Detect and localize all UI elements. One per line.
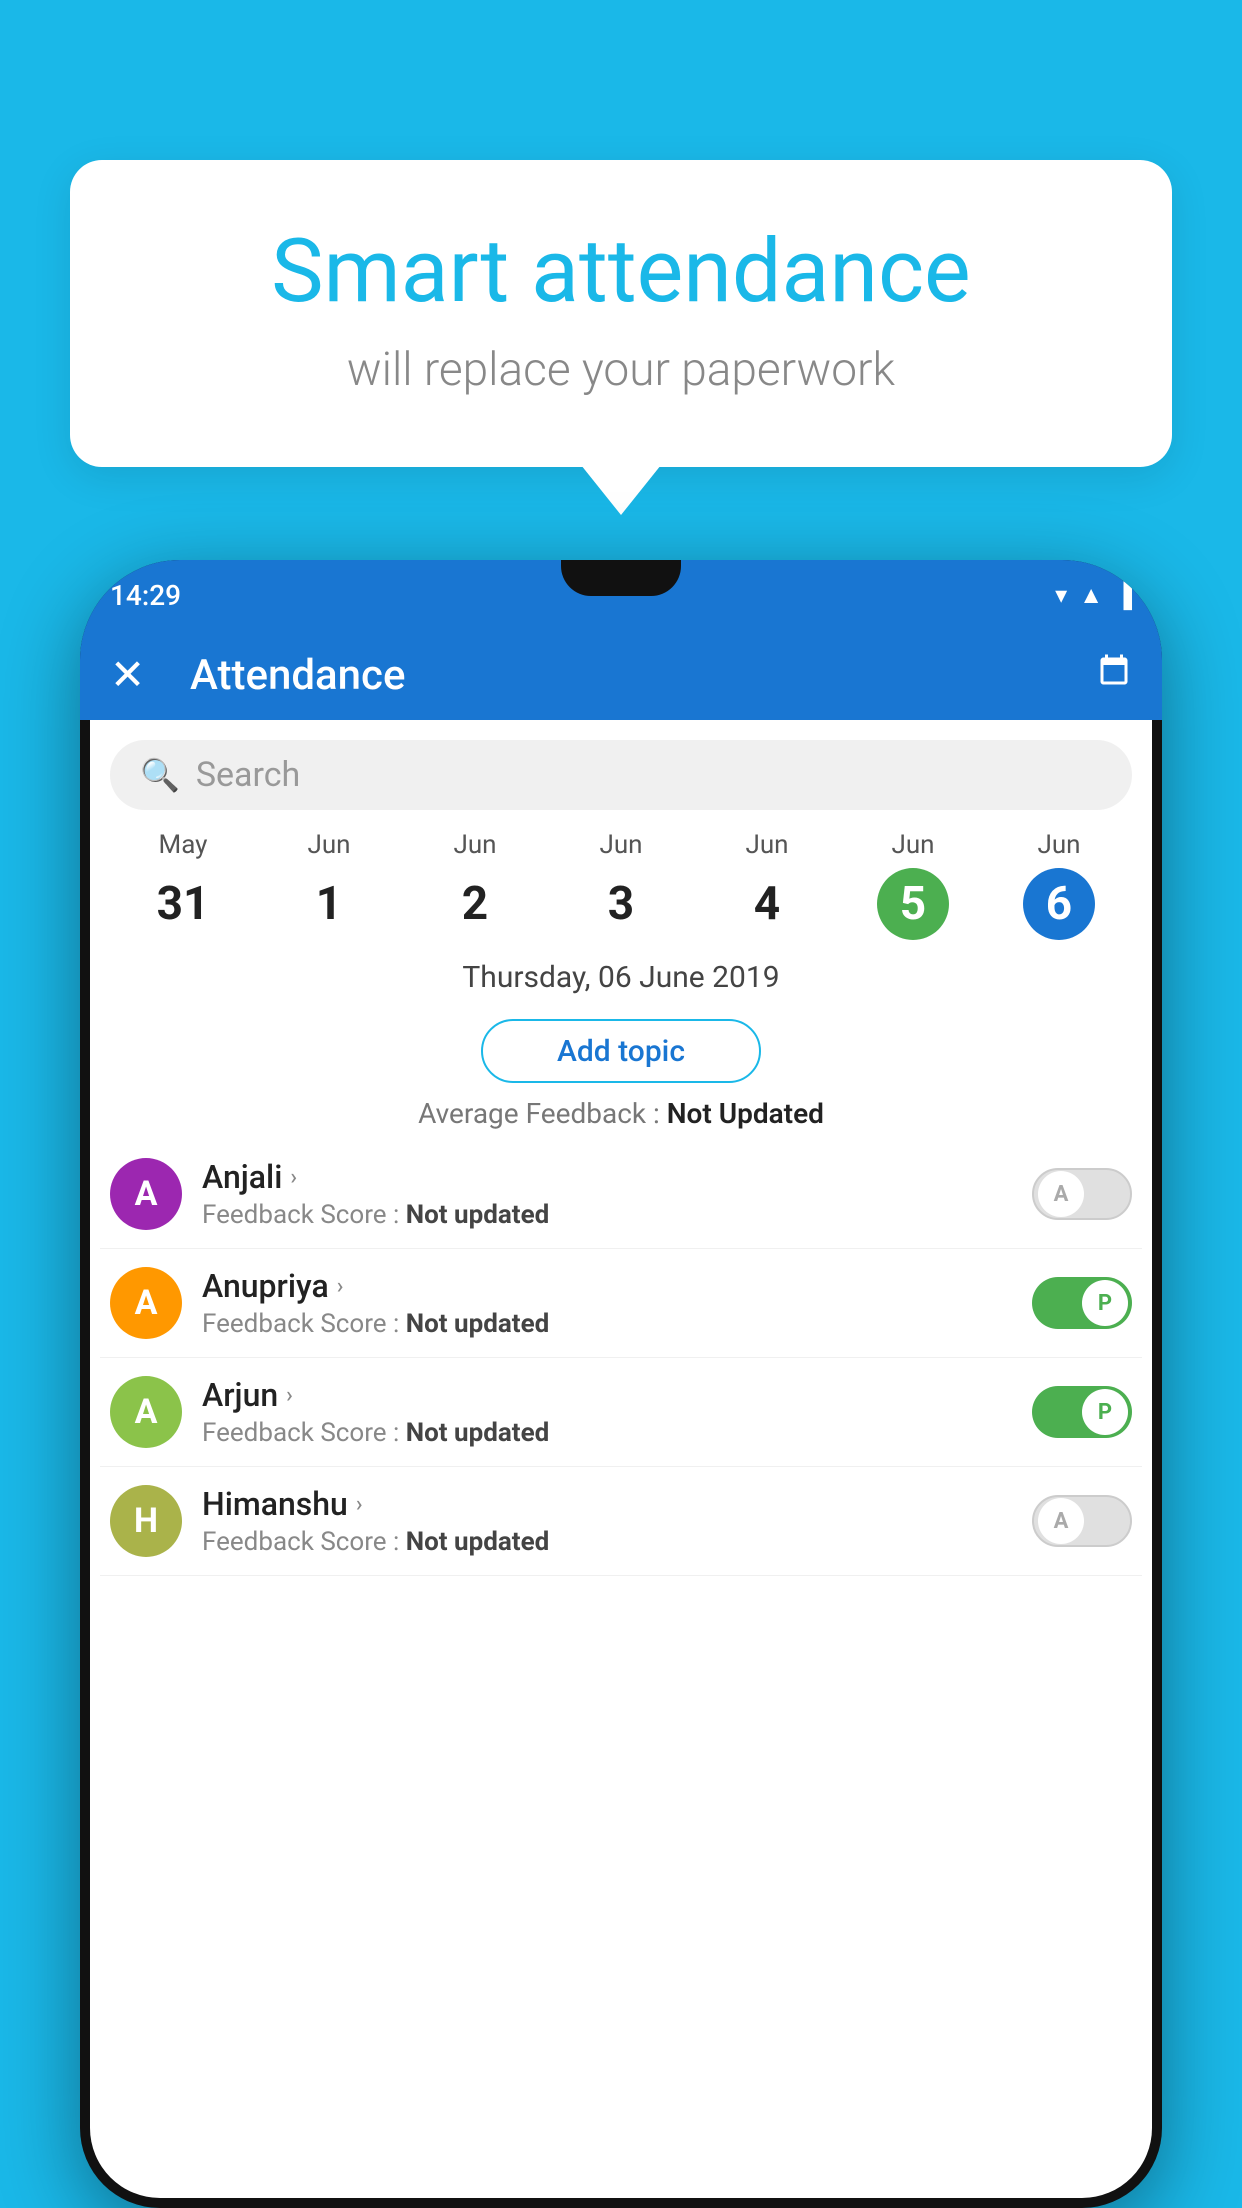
attendance-toggle[interactable]: P	[1032, 1386, 1132, 1438]
close-button[interactable]: ✕	[110, 650, 170, 700]
student-info: Arjun › Feedback Score : Not updated	[202, 1376, 1012, 1448]
student-name: Anjali ›	[202, 1158, 1012, 1196]
add-topic-button[interactable]: Add topic	[481, 1019, 761, 1083]
calendar-button[interactable]	[1096, 653, 1132, 698]
avg-feedback-value: Not Updated	[667, 1097, 824, 1130]
status-icons: ▾ ▲ ▐	[1055, 581, 1132, 610]
date-month: May	[159, 830, 208, 860]
date-day[interactable]: 3	[585, 868, 657, 940]
attendance-toggle[interactable]: A	[1032, 1168, 1132, 1220]
attendance-toggle[interactable]: A	[1032, 1495, 1132, 1547]
date-day[interactable]: 6	[1023, 868, 1095, 940]
date-col[interactable]: Jun 2	[402, 830, 548, 940]
status-time: 14:29	[110, 579, 181, 612]
chevron-right-icon: ›	[290, 1165, 297, 1190]
date-day[interactable]: 1	[293, 868, 365, 940]
chevron-right-icon: ›	[356, 1492, 363, 1517]
avatar: A	[110, 1158, 182, 1230]
selected-date: Thursday, 06 June 2019	[90, 950, 1152, 1005]
speech-bubble-title: Smart attendance	[150, 220, 1092, 323]
date-month: Jun	[745, 830, 788, 860]
header-title: Attendance	[170, 651, 1096, 700]
date-col[interactable]: Jun 5	[840, 830, 986, 940]
student-name: Anupriya ›	[202, 1267, 1012, 1305]
student-info: Anupriya › Feedback Score : Not updated	[202, 1267, 1012, 1339]
student-name: Arjun ›	[202, 1376, 1012, 1414]
avatar: A	[110, 1376, 182, 1448]
avatar: A	[110, 1267, 182, 1339]
date-col[interactable]: Jun 3	[548, 830, 694, 940]
app-header: ✕ Attendance	[80, 630, 1162, 720]
student-item[interactable]: A Anupriya › Feedback Score : Not updated P	[100, 1249, 1142, 1358]
speech-bubble-subtitle: will replace your paperwork	[150, 343, 1092, 397]
student-info: Himanshu › Feedback Score : Not updated	[202, 1485, 1012, 1557]
phone-frame: 14:29 ▾ ▲ ▐ ✕ Attendance 🔍 Search May31J…	[80, 560, 1162, 2208]
date-month: Jun	[599, 830, 642, 860]
add-topic-label: Add topic	[557, 1034, 685, 1069]
date-month: Jun	[453, 830, 496, 860]
date-strip: May 31 Jun 1 Jun 2 Jun 3 Jun 4 Jun 5 Jun 6	[90, 810, 1152, 950]
student-feedback: Feedback Score : Not updated	[202, 1200, 1012, 1230]
toggle-knob: A	[1038, 1498, 1084, 1544]
speech-bubble: Smart attendance will replace your paper…	[70, 160, 1172, 467]
avg-feedback: Average Feedback : Not Updated	[90, 1097, 1152, 1130]
chevron-right-icon: ›	[286, 1383, 293, 1408]
toggle-knob: P	[1082, 1389, 1128, 1435]
search-bar[interactable]: 🔍 Search	[110, 740, 1132, 810]
date-day[interactable]: 5	[877, 868, 949, 940]
date-month: Jun	[891, 830, 934, 860]
student-feedback: Feedback Score : Not updated	[202, 1309, 1012, 1339]
search-input[interactable]: Search	[196, 755, 300, 795]
student-feedback: Feedback Score : Not updated	[202, 1527, 1012, 1557]
date-day[interactable]: 31	[147, 868, 219, 940]
signal-icon: ▲	[1079, 581, 1103, 610]
toggle-knob: P	[1082, 1280, 1128, 1326]
phone-screen: 🔍 Search May 31 Jun 1 Jun 2 Jun 3 Jun 4 Jun 5 Jun 6 T…	[90, 720, 1152, 2198]
date-day[interactable]: 4	[731, 868, 803, 940]
search-icon: 🔍	[140, 756, 180, 794]
date-day[interactable]: 2	[439, 868, 511, 940]
battery-icon: ▐	[1115, 581, 1132, 610]
date-col[interactable]: Jun 1	[256, 830, 402, 940]
student-name: Himanshu ›	[202, 1485, 1012, 1523]
student-item[interactable]: A Anjali › Feedback Score : Not updated A	[100, 1140, 1142, 1249]
student-item[interactable]: A Arjun › Feedback Score : Not updated P	[100, 1358, 1142, 1467]
wifi-icon: ▾	[1055, 581, 1067, 609]
avatar: H	[110, 1485, 182, 1557]
avg-feedback-label: Average Feedback :	[418, 1097, 667, 1130]
student-feedback: Feedback Score : Not updated	[202, 1418, 1012, 1448]
date-col[interactable]: May 31	[110, 830, 256, 940]
date-month: Jun	[307, 830, 350, 860]
chevron-right-icon: ›	[337, 1274, 344, 1299]
attendance-toggle[interactable]: P	[1032, 1277, 1132, 1329]
date-col[interactable]: Jun 4	[694, 830, 840, 940]
student-info: Anjali › Feedback Score : Not updated	[202, 1158, 1012, 1230]
student-list: AAnjali ›Feedback Score : Not updatedAAA…	[90, 1140, 1152, 1576]
student-item[interactable]: H Himanshu › Feedback Score : Not updated A	[100, 1467, 1142, 1576]
toggle-knob: A	[1038, 1171, 1084, 1217]
phone-notch	[561, 560, 681, 596]
date-col[interactable]: Jun 6	[986, 830, 1132, 940]
date-month: Jun	[1037, 830, 1080, 860]
